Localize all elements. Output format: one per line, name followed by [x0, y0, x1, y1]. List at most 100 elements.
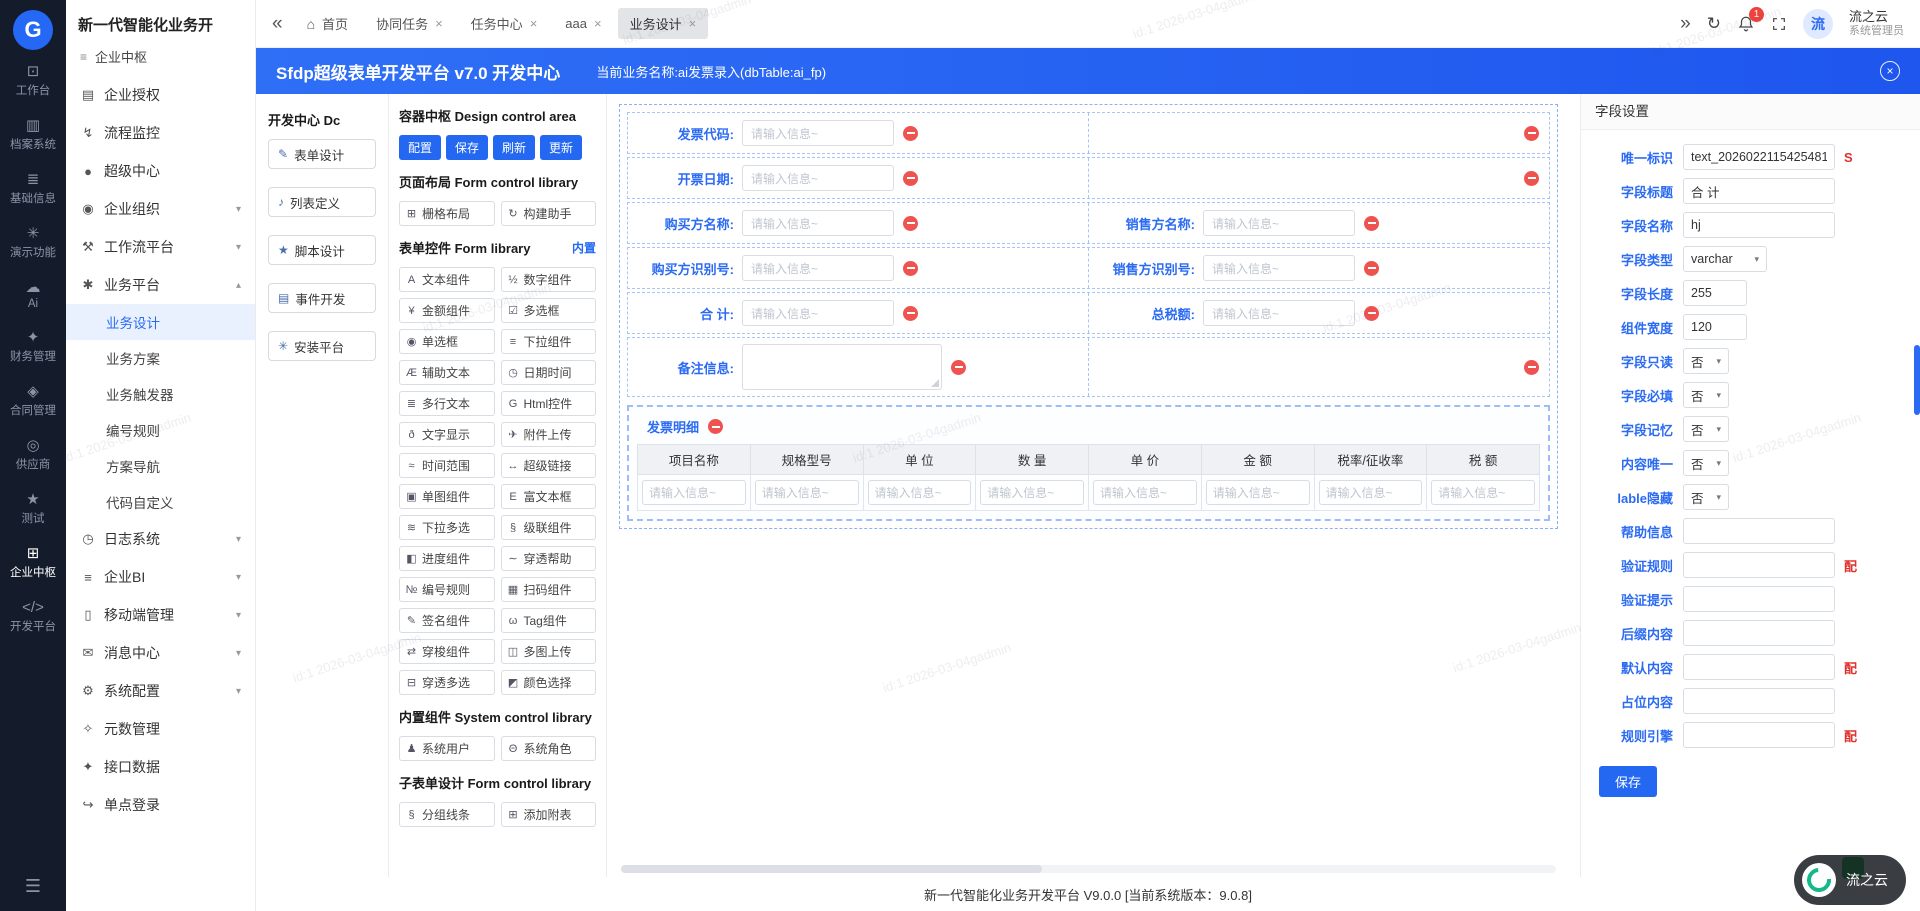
form-cell[interactable]: 开票日期: 请输入信息~: [628, 158, 1088, 198]
remove-field-icon[interactable]: [1364, 306, 1379, 321]
setting-control[interactable]: ▾: [1683, 688, 1835, 714]
component-item[interactable]: ≡ 下拉组件: [501, 329, 597, 354]
field-input[interactable]: 请输入信息~: [742, 300, 894, 326]
setting-control[interactable]: 否 ▾: [1683, 450, 1729, 476]
form-cell[interactable]: 销售方识别号: 请输入信息~: [1088, 248, 1549, 288]
tab-close-icon[interactable]: ×: [689, 16, 697, 31]
vertical-scrollbar-thumb[interactable]: [1914, 345, 1920, 415]
setting-control[interactable]: hj ▾: [1683, 212, 1835, 238]
remove-field-icon[interactable]: [1524, 126, 1539, 141]
form-cell[interactable]: 购买方名称: 请输入信息~: [628, 203, 1088, 243]
component-item[interactable]: § 级联组件: [501, 515, 597, 540]
form-cell[interactable]: [1088, 158, 1549, 198]
form-cell[interactable]: [1088, 113, 1549, 153]
tab-close-icon[interactable]: ×: [435, 16, 443, 31]
avatar[interactable]: 流: [1803, 9, 1833, 39]
field-input[interactable]: 请输入信息~: [742, 210, 894, 236]
rail-item[interactable]: ✳ 演示功能: [0, 216, 66, 270]
sidebar-item[interactable]: ▤ 企业授权: [66, 76, 255, 114]
rail-item[interactable]: ✦ 财务管理: [0, 320, 66, 374]
rail-item[interactable]: ⊞ 企业中枢: [0, 536, 66, 590]
detail-input[interactable]: 请输入信息~: [868, 480, 972, 505]
sidebar-item[interactable]: 编号规则: [66, 412, 255, 448]
builtin-link[interactable]: 内置: [572, 239, 596, 256]
component-item[interactable]: A 文本组件: [399, 267, 495, 292]
remark-textarea[interactable]: [742, 344, 942, 390]
dev-center-button[interactable]: ▤ 事件开发: [268, 283, 376, 313]
component-item[interactable]: ≋ 下拉多选: [399, 515, 495, 540]
rail-item[interactable]: ≣ 基础信息: [0, 162, 66, 216]
layout-item[interactable]: ⊞ 栅格布局: [399, 201, 495, 226]
horizontal-scrollbar[interactable]: [621, 865, 1556, 873]
sidebar-item[interactable]: ≡ 企业BI ▾: [66, 558, 255, 596]
sidebar-item[interactable]: ✱ 业务平台 ▴: [66, 266, 255, 304]
sidebar-item[interactable]: 业务触发器: [66, 376, 255, 412]
component-item[interactable]: ½ 数字组件: [501, 267, 597, 292]
rail-menu-icon[interactable]: ☰: [25, 876, 41, 897]
field-input[interactable]: 请输入信息~: [742, 255, 894, 281]
sidebar-item[interactable]: ↯ 流程监控: [66, 114, 255, 152]
config-link[interactable]: 配: [1844, 658, 1857, 677]
config-link[interactable]: 配: [1844, 726, 1857, 745]
setting-control[interactable]: 否 ▾: [1683, 348, 1729, 374]
fullscreen-icon[interactable]: [1771, 16, 1787, 32]
tab[interactable]: 业务设计 ×: [618, 8, 709, 39]
notification-bell-icon[interactable]: 1: [1737, 15, 1755, 33]
sidebar-item[interactable]: ✧ 元数管理: [66, 710, 255, 748]
setting-control[interactable]: ▾: [1683, 552, 1835, 578]
component-item[interactable]: № 编号规则: [399, 577, 495, 602]
rail-item[interactable]: ⊡ 工作台: [0, 54, 66, 108]
field-input[interactable]: 请输入信息~: [1203, 300, 1355, 326]
detail-input[interactable]: 请输入信息~: [1206, 480, 1310, 505]
sidebar-item[interactable]: 方案导航: [66, 448, 255, 484]
sidebar-item[interactable]: ● 超级中心: [66, 152, 255, 190]
detail-input[interactable]: 请输入信息~: [755, 480, 859, 505]
remove-field-icon[interactable]: [1524, 171, 1539, 186]
subform-item[interactable]: § 分组线条: [399, 802, 495, 827]
form-cell[interactable]: [1088, 338, 1549, 396]
remove-field-icon[interactable]: [1364, 216, 1379, 231]
component-item[interactable]: ▦ 扫码组件: [501, 577, 597, 602]
remove-field-icon[interactable]: [903, 126, 918, 141]
sidebar-item[interactable]: ✉ 消息中心 ▾: [66, 634, 255, 672]
detail-input[interactable]: 请输入信息~: [1431, 480, 1535, 505]
sidebar-item[interactable]: ↪ 单点登录: [66, 786, 255, 824]
rail-item[interactable]: ☁ Ai: [0, 270, 66, 320]
remove-field-icon[interactable]: [1524, 360, 1539, 375]
component-item[interactable]: ⊟ 穿透多选: [399, 670, 495, 695]
setting-control[interactable]: varchar ▾: [1683, 246, 1767, 272]
sidebar-item[interactable]: 代码自定义: [66, 484, 255, 520]
sidebar-item[interactable]: ◉ 企业组织 ▾: [66, 190, 255, 228]
field-input[interactable]: 请输入信息~: [1203, 210, 1355, 236]
setting-control[interactable]: ▾: [1683, 654, 1835, 680]
remove-field-icon[interactable]: [951, 360, 966, 375]
setting-control[interactable]: text_2026022115425481 ▾: [1683, 144, 1835, 170]
sidebar-item[interactable]: 业务方案: [66, 340, 255, 376]
component-item[interactable]: ≈ 时间范围: [399, 453, 495, 478]
field-input[interactable]: 请输入信息~: [742, 120, 894, 146]
field-input[interactable]: 请输入信息~: [1203, 255, 1355, 281]
tab-close-icon[interactable]: ×: [530, 16, 538, 31]
collapse-tabs-icon[interactable]: «: [272, 13, 283, 35]
detail-input[interactable]: 请输入信息~: [980, 480, 1084, 505]
dev-center-button[interactable]: ✳ 安装平台: [268, 331, 376, 361]
setting-control[interactable]: ▾: [1683, 518, 1835, 544]
component-item[interactable]: ▣ 单图组件: [399, 484, 495, 509]
setting-control[interactable]: 否 ▾: [1683, 382, 1729, 408]
toolbar-button[interactable]: 保存: [446, 135, 488, 160]
tab-close-icon[interactable]: ×: [594, 16, 602, 31]
component-item[interactable]: ⇄ 穿梭组件: [399, 639, 495, 664]
component-item[interactable]: G Html控件: [501, 391, 597, 416]
rail-item[interactable]: ◎ 供应商: [0, 428, 66, 482]
config-link[interactable]: 配: [1844, 556, 1857, 575]
form-cell[interactable]: 发票代码: 请输入信息~: [628, 113, 1088, 153]
sidebar-item[interactable]: ◷ 日志系统 ▾: [66, 520, 255, 558]
close-icon[interactable]: ×: [1880, 61, 1900, 81]
component-item[interactable]: Æ 辅助文本: [399, 360, 495, 385]
sidebar-item[interactable]: ⚒ 工作流平台 ▾: [66, 228, 255, 266]
tab[interactable]: 协同任务 ×: [364, 8, 455, 39]
setting-control[interactable]: ▾: [1683, 620, 1835, 646]
remove-field-icon[interactable]: [903, 306, 918, 321]
layout-item[interactable]: ↻ 构建助手: [501, 201, 597, 226]
remove-field-icon[interactable]: [1364, 261, 1379, 276]
